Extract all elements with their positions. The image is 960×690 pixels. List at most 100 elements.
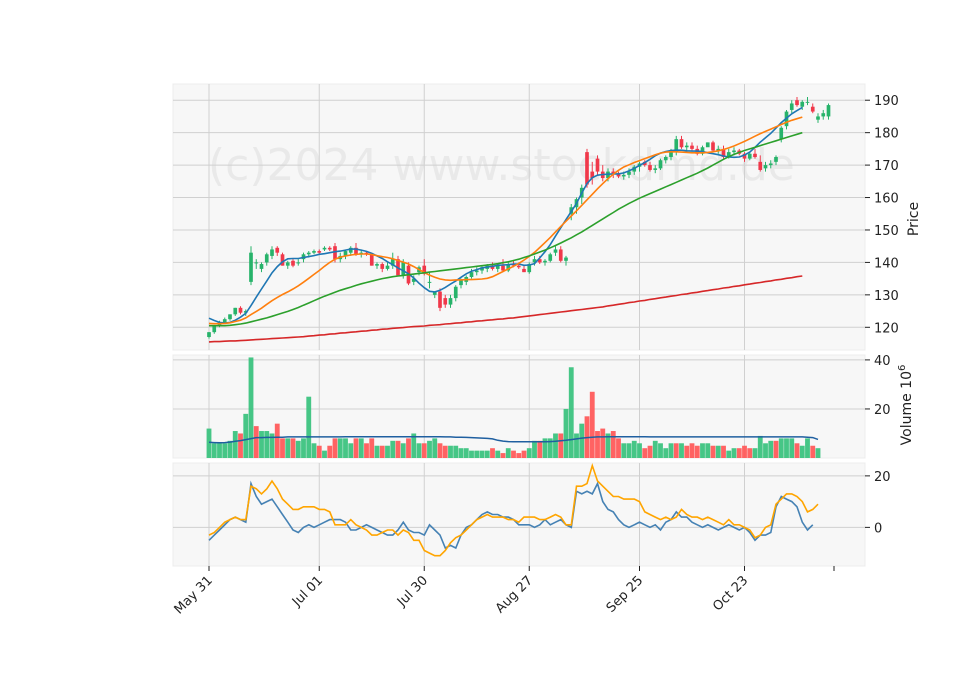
volume-bar (642, 448, 648, 458)
candle-body (648, 165, 652, 170)
candle-body (385, 265, 390, 269)
candle-body (805, 101, 810, 103)
volume-bar (311, 443, 317, 458)
volume-bar (206, 428, 212, 458)
candle-body (375, 264, 379, 266)
volume-bar (253, 426, 259, 458)
candle-body (459, 280, 463, 286)
candle-body (763, 165, 768, 169)
volume-bar (243, 413, 249, 458)
volume-bar (306, 396, 312, 458)
volume-bar (427, 440, 432, 458)
volume-bar (348, 443, 354, 458)
volume-bar (637, 443, 642, 458)
volume-tick-label: 40 (874, 354, 891, 369)
volume-bar (322, 450, 327, 458)
volume-bar (463, 448, 469, 458)
candle-body (327, 247, 332, 250)
volume-bar (752, 448, 758, 458)
volume-bar (353, 438, 359, 458)
candle-body (369, 254, 374, 266)
volume-bar (563, 408, 569, 458)
volume-bar (437, 443, 443, 458)
candle-body (291, 260, 295, 266)
candle-body (779, 127, 784, 140)
candle-body (270, 249, 274, 256)
volume-axis-title-text: Volume 10 (899, 371, 915, 445)
candle-body (427, 281, 432, 283)
volume-bar (484, 450, 490, 458)
candle-body (753, 153, 757, 157)
volume-bar (763, 443, 768, 458)
candle-body (747, 153, 752, 159)
volume-bar (621, 443, 627, 458)
volume-bar (469, 450, 474, 458)
candle-body (795, 100, 799, 106)
candle-body (800, 101, 805, 107)
volume-bar (810, 445, 816, 458)
candle-body (306, 252, 311, 255)
volume-bar (731, 448, 737, 458)
price-tick-label: 150 (874, 224, 899, 239)
volume-bar (768, 440, 774, 458)
candle-body (789, 103, 794, 110)
candle-body (443, 298, 448, 305)
candle-body (558, 249, 563, 261)
volume-bar (479, 450, 485, 458)
volume-bar (369, 438, 375, 458)
volume-bar (700, 443, 705, 458)
candle-body (653, 168, 658, 170)
volume-bar (742, 445, 747, 458)
candle-body (543, 260, 547, 263)
volume-bar (668, 443, 674, 458)
candle-body (768, 163, 773, 166)
x-tick-label: Oct 23 (710, 573, 751, 614)
volume-bar (505, 448, 511, 458)
volume-bar (526, 448, 532, 458)
x-tick-label: May 31 (172, 573, 216, 617)
price-tick-label: 180 (874, 127, 899, 142)
volume-bar (673, 443, 679, 458)
panel-bg-0 (172, 83, 866, 351)
price-tick-label: 190 (874, 94, 899, 109)
price-axis-title: Price (906, 202, 922, 236)
volume-bar (432, 438, 438, 458)
candle-body (774, 156, 778, 162)
candle-body (322, 247, 327, 250)
candle-body (810, 106, 815, 112)
candle-body (453, 286, 458, 299)
volume-bar (710, 445, 716, 458)
panel-bg-2 (172, 462, 866, 567)
volume-bar (516, 453, 522, 458)
volume-bar (421, 443, 427, 458)
volume-bar (679, 443, 684, 458)
volume-bar (521, 450, 527, 458)
volume-bar (280, 438, 285, 458)
volume-bar (558, 433, 564, 458)
macd-tick-label: 0 (874, 521, 882, 536)
volume-bar (332, 438, 338, 458)
volume-bar (474, 450, 480, 458)
volume-bar (778, 438, 784, 458)
candle-body (658, 160, 663, 169)
volume-bar (406, 438, 411, 458)
volume-bar (579, 423, 585, 458)
stock-chart: (c)2024 www.stockdmd.de May 31 Jul 01 Jul … (172, 83, 922, 617)
candle-body (690, 145, 694, 149)
volume-bar (747, 448, 753, 458)
candle-body (501, 265, 505, 271)
volume-bar (647, 445, 653, 458)
volume-bar (757, 435, 763, 458)
volume-bar (815, 448, 821, 458)
volume-bar (589, 391, 595, 458)
candle-body (553, 249, 558, 253)
volume-bar (442, 445, 448, 458)
volume-bar (379, 445, 385, 458)
price-tick-label: 160 (874, 192, 899, 207)
volume-bar (610, 431, 616, 458)
volume-bar (295, 440, 301, 458)
volume-bar (537, 440, 543, 458)
volume-bar (274, 423, 280, 458)
volume-bar (374, 445, 380, 458)
price-tick-label: 120 (874, 321, 899, 336)
